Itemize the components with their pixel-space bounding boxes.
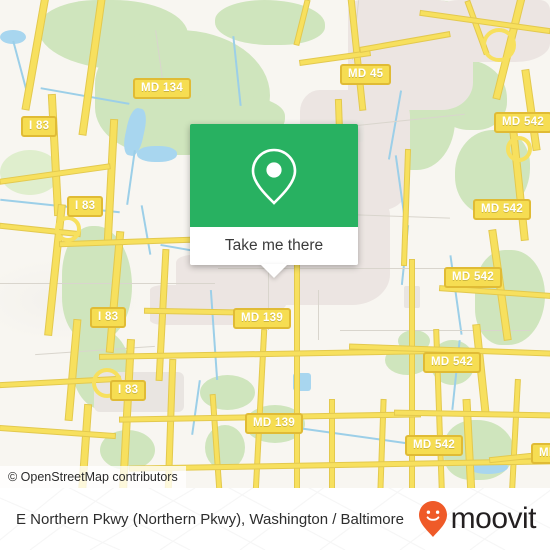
route-shield: MD 134	[133, 78, 192, 99]
map-interchange-loop	[482, 28, 516, 62]
moovit-logo: moovit	[418, 500, 537, 538]
map-park-area	[205, 425, 245, 470]
route-shield: MD 542	[473, 199, 532, 220]
footer-content: E Northern Pkwy (Northern Pkwy), Washing…	[0, 488, 550, 550]
take-me-there-label: Take me there	[224, 237, 324, 254]
route-shield: MD 542	[423, 352, 482, 373]
route-shield: MD	[531, 443, 550, 464]
map-road-minor	[0, 283, 215, 284]
map-road-arterial	[295, 265, 299, 488]
attribution-text: © OpenStreetMap contributors	[8, 470, 178, 484]
card-pointer-notch	[260, 264, 288, 278]
route-shield: I 83	[110, 380, 147, 401]
route-shield: I 83	[67, 196, 104, 217]
route-shield: MD 542	[444, 267, 503, 288]
route-shield: MD 139	[233, 308, 292, 329]
location-title: E Northern Pkwy (Northern Pkwy), Washing…	[16, 510, 404, 528]
route-shield: MD 45	[340, 64, 392, 85]
route-shield: I 83	[21, 116, 58, 137]
map-pin-icon	[251, 148, 297, 205]
route-shield: MD 542	[494, 112, 550, 133]
map-attribution: © OpenStreetMap contributors	[0, 466, 186, 488]
route-shield: MD 139	[245, 413, 304, 434]
moovit-wordmark: moovit	[450, 502, 537, 535]
map-interchange-loop	[506, 136, 532, 162]
screenshot-root: MD 134 MD 45 MD 542 I 83 I 83 MD 542 MD 542 I 8…	[0, 0, 550, 550]
footer-bar: E Northern Pkwy (Northern Pkwy), Washing…	[0, 488, 550, 550]
take-me-there-card[interactable]: Take me there	[190, 124, 358, 278]
card-action-area[interactable]: Take me there	[190, 227, 358, 278]
map-park-area	[200, 375, 255, 410]
map-interchange-loop	[55, 216, 81, 242]
map-water-body	[137, 146, 177, 162]
moovit-pin-smiley-icon	[418, 501, 447, 537]
card-icon-area	[190, 124, 358, 227]
route-shield: MD 542	[405, 435, 464, 456]
map-road-minor	[318, 290, 319, 340]
route-shield: I 83	[90, 307, 127, 328]
